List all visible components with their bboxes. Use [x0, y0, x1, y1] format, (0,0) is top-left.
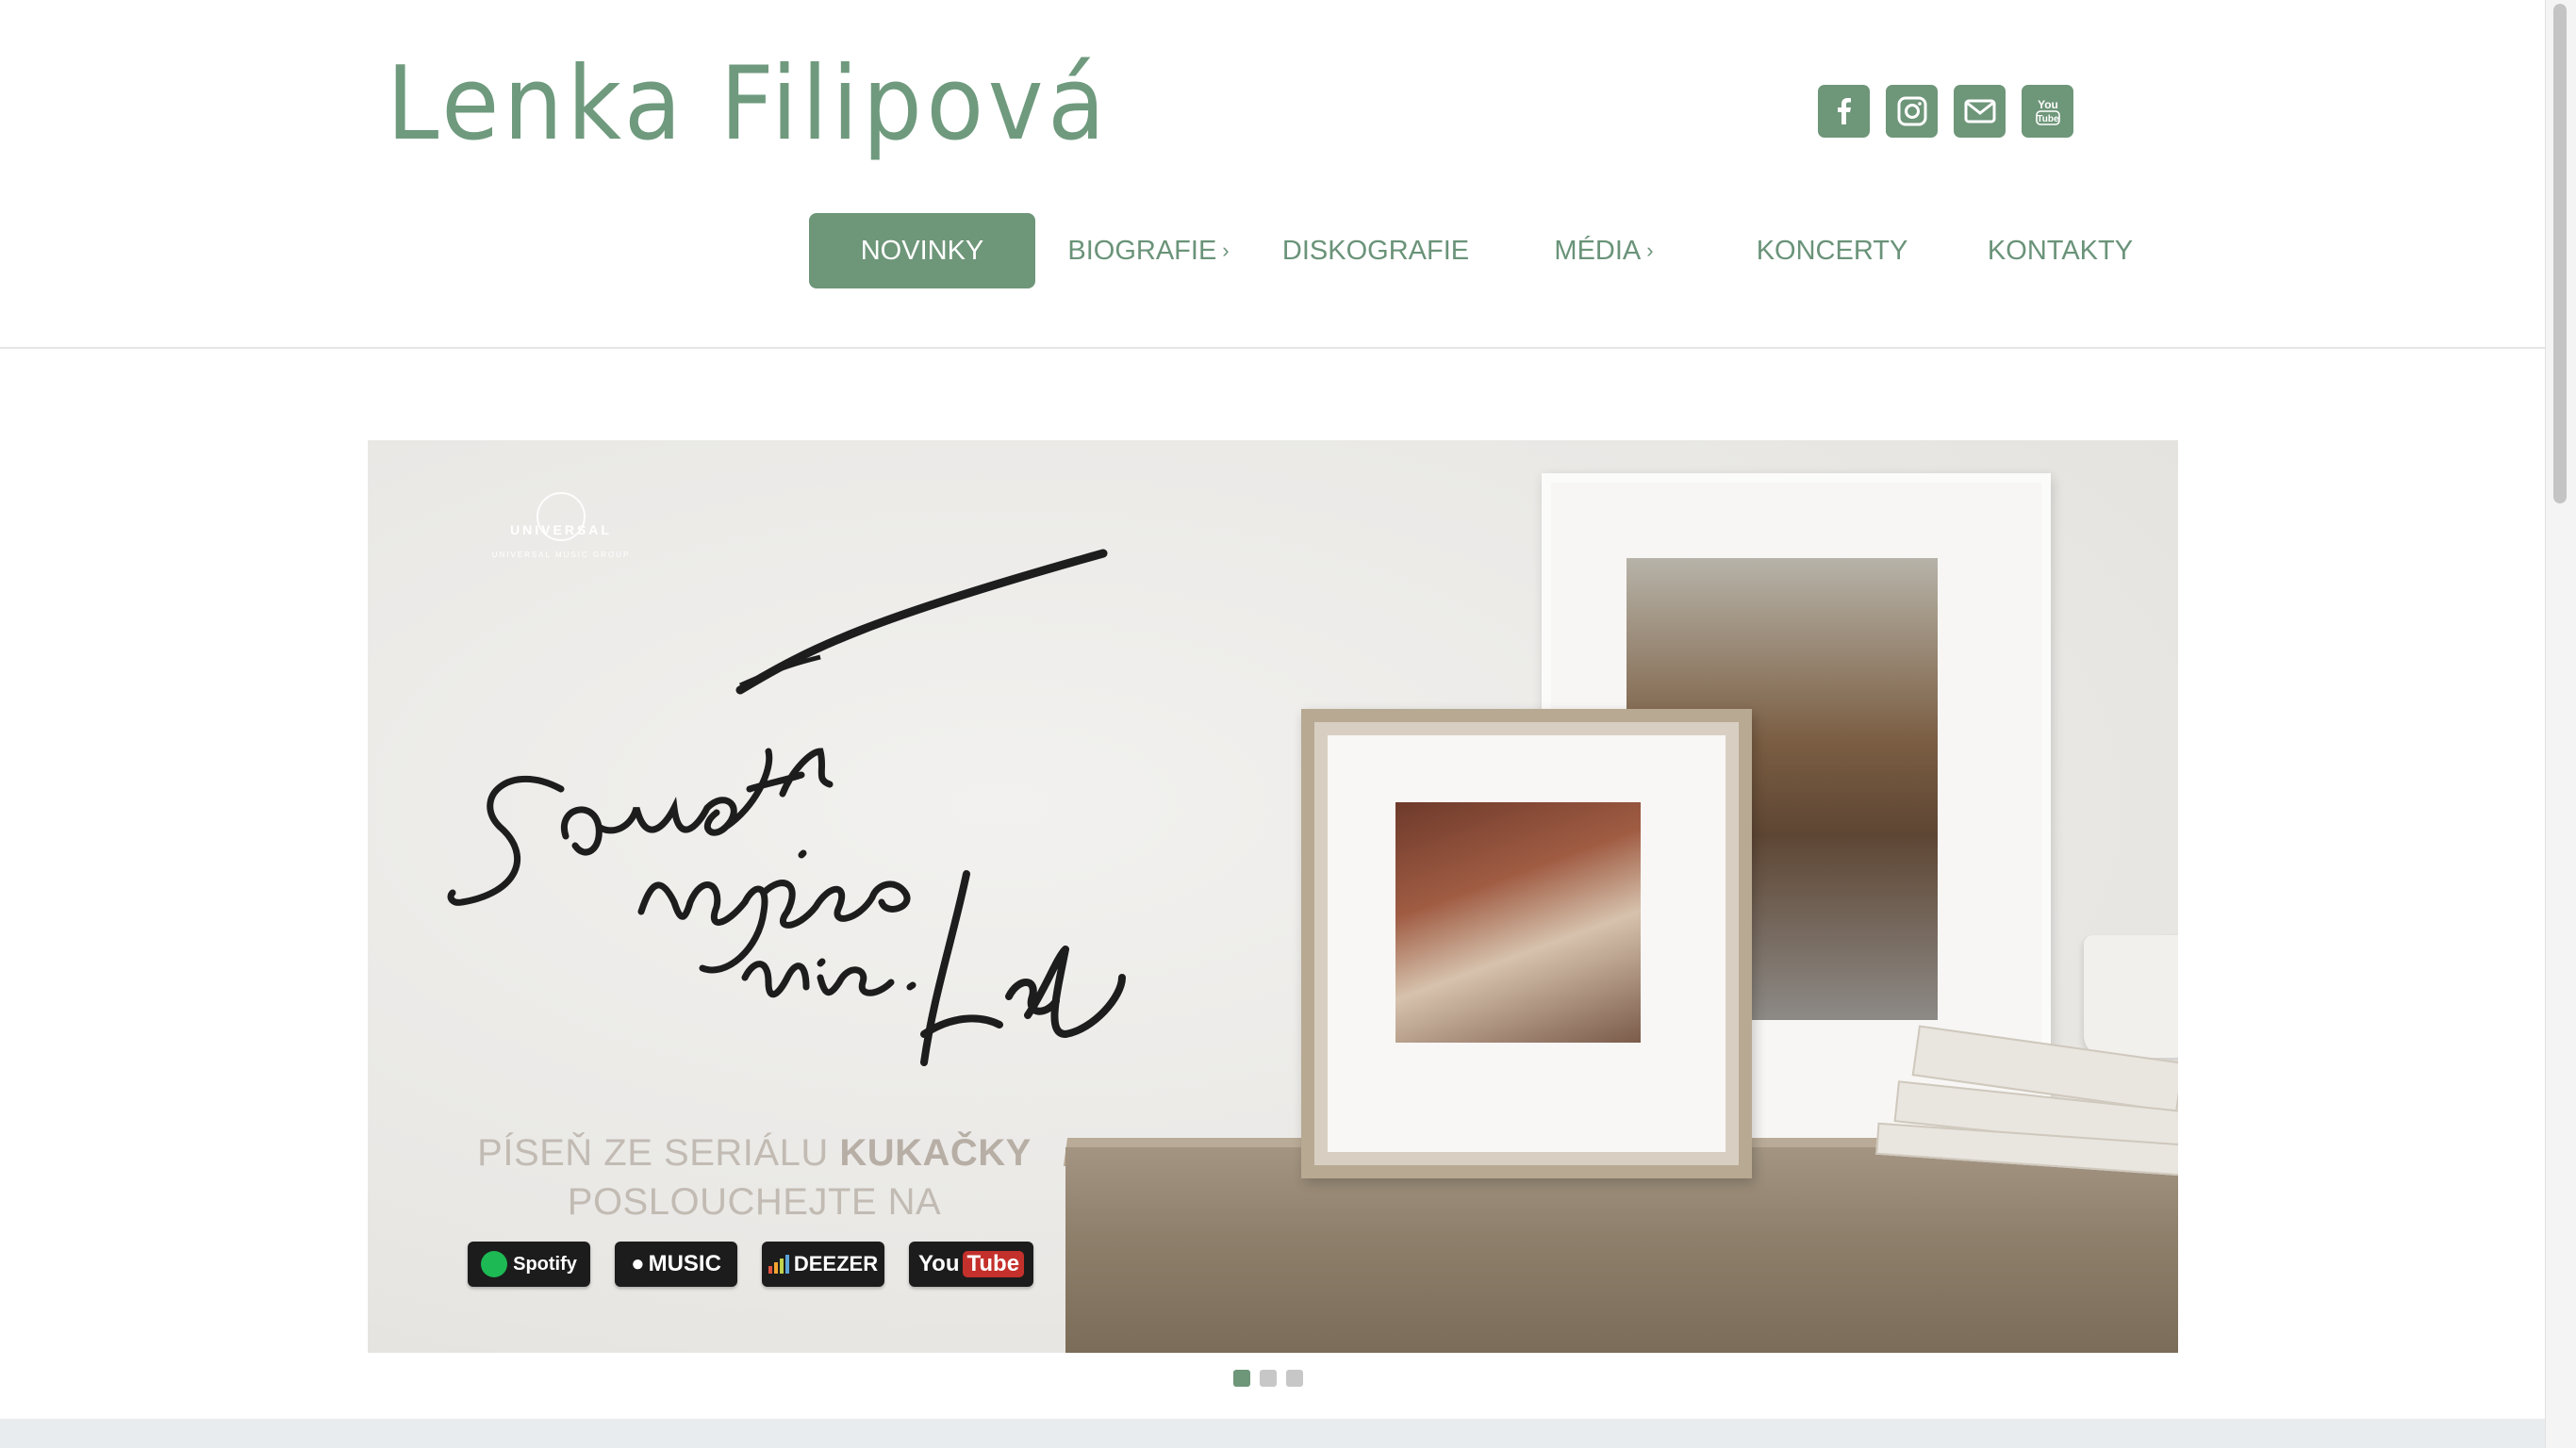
- apple-music-label: MUSIC: [648, 1251, 721, 1276]
- youtube-button[interactable]: You Tube: [909, 1242, 1033, 1287]
- instagram-icon[interactable]: [1886, 85, 1938, 138]
- universal-label: UNIVERSAL: [510, 522, 612, 537]
- chevron-right-icon: ›: [1646, 239, 1654, 262]
- nav-item-label: BIOGRAFIE: [1067, 236, 1217, 266]
- youtube-you-label: You: [917, 1251, 960, 1276]
- apple-music-button[interactable]: ● MUSIC: [615, 1242, 737, 1287]
- scrollbar-thumb[interactable]: [2553, 4, 2567, 503]
- spotify-label: Spotify: [513, 1253, 577, 1275]
- cup-image: [2084, 935, 2178, 1058]
- streaming-buttons: Spotify ● MUSIC DEEZER You Tube: [468, 1242, 1033, 1287]
- site-header: Lenka Filipová You Tube NOVINKY BIOGRAFIE…: [0, 0, 2546, 349]
- nav-item-diskografie[interactable]: DISKOGRAFIE: [1262, 213, 1490, 288]
- nav-item-label: MÉDIA: [1554, 236, 1642, 266]
- tagline-prefix: PÍSEŇ ZE SERIÁLU: [477, 1132, 829, 1174]
- deezer-icon: [768, 1255, 789, 1274]
- family-photo-small: [1395, 802, 1641, 1043]
- chevron-right-icon: ›: [1222, 239, 1230, 262]
- deezer-label: DEEZER: [793, 1252, 879, 1275]
- banner-tagline: PÍSEŇ ZE SERIÁLU KUKAČKY POSLOUCHEJTE NA: [471, 1128, 1037, 1226]
- tagline-line-2: POSLOUCHEJTE NA: [567, 1181, 942, 1223]
- photo-frame-small: [1301, 709, 1752, 1178]
- youtube-icon[interactable]: You Tube: [2022, 85, 2073, 138]
- apple-icon: ●: [631, 1251, 645, 1276]
- slider-dot-1[interactable]: [1233, 1370, 1250, 1387]
- hero-banner[interactable]: UNIVERSAL UNIVERSAL MUSIC GROUP PÍSEŇ ZE…: [368, 440, 2178, 1353]
- tagline-line-1: PÍSEŇ ZE SERIÁLU KUKAČKY: [471, 1128, 1037, 1177]
- nav-item-label: KONCERTY: [1756, 236, 1908, 266]
- nav-item-kontakty[interactable]: KONTAKTY: [1946, 213, 2174, 288]
- nav-item-label: DISKOGRAFIE: [1281, 236, 1470, 266]
- site-logo[interactable]: Lenka Filipová: [387, 45, 1110, 163]
- nav-item-media[interactable]: MÉDIA ›: [1490, 213, 1718, 288]
- facebook-icon[interactable]: [1818, 85, 1870, 138]
- social-links: You Tube: [1818, 85, 2073, 138]
- nav-item-biografie[interactable]: BIOGRAFIE ›: [1035, 213, 1262, 288]
- slider-pagination: [1233, 1370, 1303, 1387]
- youtube-tube-label: Tube: [962, 1251, 1025, 1277]
- books-image: [1875, 1025, 2178, 1176]
- nav-item-novinky[interactable]: NOVINKY: [809, 213, 1035, 288]
- page: Lenka Filipová You Tube NOVINKY BIOGRAFIE…: [0, 0, 2546, 1448]
- next-section-strip: [0, 1419, 2546, 1448]
- nav-item-label: KONTAKTY: [1987, 236, 2134, 266]
- nav-item-label: NOVINKY: [860, 236, 984, 266]
- spotify-icon: [481, 1251, 508, 1277]
- mail-icon[interactable]: [1954, 85, 2006, 138]
- spotify-button[interactable]: Spotify: [468, 1242, 590, 1287]
- page-scrollbar[interactable]: [2545, 0, 2576, 1448]
- deezer-button[interactable]: DEEZER: [762, 1242, 884, 1287]
- tagline-series-name: KUKAČKY: [839, 1132, 1032, 1174]
- handwritten-title: [447, 549, 1126, 1066]
- svg-text:You: You: [2038, 98, 2058, 111]
- slider-dot-2[interactable]: [1260, 1370, 1277, 1387]
- svg-text:Tube: Tube: [2037, 114, 2059, 124]
- nav-item-koncerty[interactable]: KONCERTY: [1718, 213, 1946, 288]
- slider-dot-3[interactable]: [1286, 1370, 1303, 1387]
